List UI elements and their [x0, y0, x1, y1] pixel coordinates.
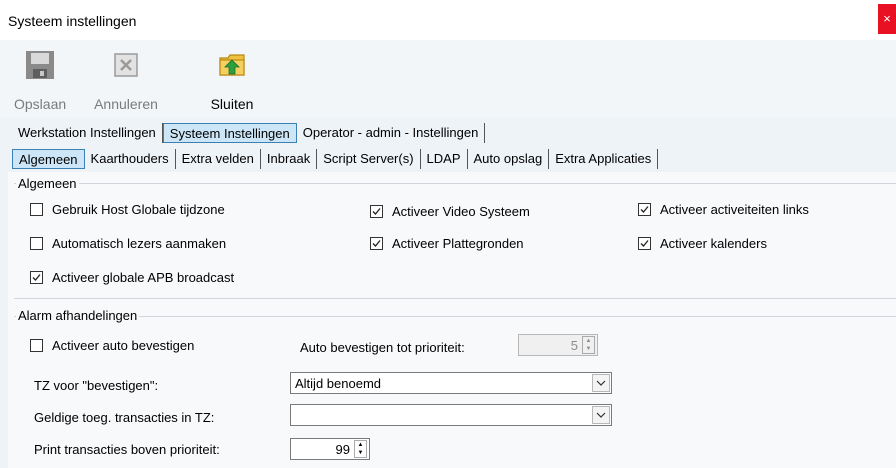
cancel-x-icon	[114, 53, 138, 77]
checkbox-box[interactable]	[370, 237, 383, 250]
tab-systeem-instellingen[interactable]: Systeem Instellingen	[162, 123, 297, 143]
checkbox-auto-create-readers[interactable]: Automatisch lezers aanmaken	[30, 236, 226, 251]
priority-stepper-buttons[interactable]: ▲ ▼	[582, 336, 595, 354]
tz-confirm-select[interactable]: Altijd benoemd	[290, 372, 612, 394]
checkbox-label: Gebruik Host Globale tijdzone	[52, 202, 225, 217]
checkbox-label: Activeer Plattegronden	[392, 236, 524, 251]
checkbox-box[interactable]	[30, 237, 43, 250]
priority-stepper[interactable]: 5 ▲ ▼	[518, 334, 598, 356]
checkbox-calendars[interactable]: Activeer kalenders	[638, 236, 767, 251]
print-priority-stepper-buttons[interactable]: ▲ ▼	[354, 440, 367, 458]
checkbox-label: Automatisch lezers aanmaken	[52, 236, 227, 251]
priority-label: Auto bevestigen tot prioriteit:	[300, 340, 465, 355]
checkbox-label: Activeer activeiteiten links	[660, 202, 809, 217]
tab-operator-instellingen[interactable]: Operator - admin - Instellingen	[297, 123, 486, 143]
tab-ldap[interactable]: LDAP	[421, 149, 468, 169]
valid-transactions-select[interactable]	[290, 404, 612, 426]
window-title: Systeem instellingen	[8, 13, 137, 29]
alarm-group-legend: Alarm afhandelingen	[16, 308, 140, 323]
window-close-button[interactable]: ×	[878, 4, 896, 34]
tab-algemeen[interactable]: Algemeen	[12, 149, 85, 169]
spin-down-icon[interactable]: ▼	[583, 345, 594, 353]
folder-exit-icon	[219, 54, 245, 76]
checkbox-label: Activeer auto bevestigen	[52, 338, 195, 353]
tab-extra-applicaties[interactable]: Extra Applicaties	[549, 149, 659, 169]
spin-down-icon[interactable]: ▼	[355, 449, 366, 457]
spin-up-icon[interactable]: ▲	[355, 441, 366, 449]
floppy-disk-icon	[26, 51, 55, 79]
checkbox-box[interactable]	[638, 237, 651, 250]
tab-script-servers[interactable]: Script Server(s)	[317, 149, 421, 169]
tab-inbraak[interactable]: Inbraak	[261, 149, 318, 169]
checkmark-icon	[372, 240, 381, 247]
checkmark-icon	[640, 240, 649, 247]
checkbox-box[interactable]	[370, 205, 383, 218]
priority-value: 5	[570, 337, 578, 353]
print-priority-stepper[interactable]: 99 ▲ ▼	[290, 438, 370, 460]
checkbox-label: Activeer globale APB broadcast	[52, 270, 235, 285]
general-group-border	[14, 183, 896, 184]
general-group-bottom-border	[14, 298, 896, 299]
sub-tab-bar: Algemeen Kaarthouders Extra velden Inbra…	[12, 148, 659, 170]
tab-kaarthouders[interactable]: Kaarthouders	[85, 149, 176, 169]
tab-extra-velden[interactable]: Extra velden	[176, 149, 261, 169]
chevron-down-icon[interactable]	[592, 406, 610, 424]
tab-werkstation-instellingen[interactable]: Werkstation Instellingen	[12, 123, 163, 143]
checkbox-box[interactable]	[30, 271, 43, 284]
general-group-legend: Algemeen	[16, 176, 79, 191]
save-button[interactable]: Opslaan	[14, 50, 66, 112]
checkmark-icon	[640, 206, 649, 213]
tz-confirm-value: Altijd benoemd	[295, 375, 381, 391]
checkbox-box[interactable]	[30, 203, 43, 216]
close-label: Sluiten	[210, 96, 254, 112]
alarm-group-border	[14, 316, 896, 317]
print-priority-value: 99	[335, 441, 350, 457]
checkbox-label: Activeer Video Systeem	[392, 204, 530, 219]
checkbox-floor-plans[interactable]: Activeer Plattegronden	[370, 236, 524, 251]
checkbox-box[interactable]	[30, 339, 43, 352]
spin-up-icon[interactable]: ▲	[583, 337, 594, 345]
tz-confirm-label: TZ voor "bevestigen":	[34, 378, 159, 393]
cancel-button[interactable]: Annuleren	[88, 50, 164, 112]
tab-auto-opslag[interactable]: Auto opslag	[468, 149, 550, 169]
cancel-label: Annuleren	[94, 96, 158, 112]
checkmark-icon	[372, 208, 381, 215]
valid-transactions-label: Geldige toeg. transacties in TZ:	[34, 410, 215, 425]
close-button[interactable]: Sluiten	[206, 50, 258, 112]
checkbox-box[interactable]	[638, 203, 651, 216]
checkbox-label: Activeer kalenders	[660, 236, 767, 251]
checkbox-global-apb-broadcast[interactable]: Activeer globale APB broadcast	[30, 270, 234, 285]
chevron-down-icon[interactable]	[592, 374, 610, 392]
checkmark-icon	[32, 274, 41, 281]
print-priority-label: Print transacties boven prioriteit:	[34, 442, 220, 457]
save-label: Opslaan	[14, 96, 67, 112]
main-tab-bar: Werkstation Instellingen Systeem Instell…	[12, 122, 486, 144]
checkbox-activity-links[interactable]: Activeer activeiteiten links	[638, 202, 809, 217]
checkbox-host-global-timezone[interactable]: Gebruik Host Globale tijdzone	[30, 202, 225, 217]
checkbox-auto-confirm[interactable]: Activeer auto bevestigen	[30, 338, 194, 353]
checkbox-video-system[interactable]: Activeer Video Systeem	[370, 204, 530, 219]
